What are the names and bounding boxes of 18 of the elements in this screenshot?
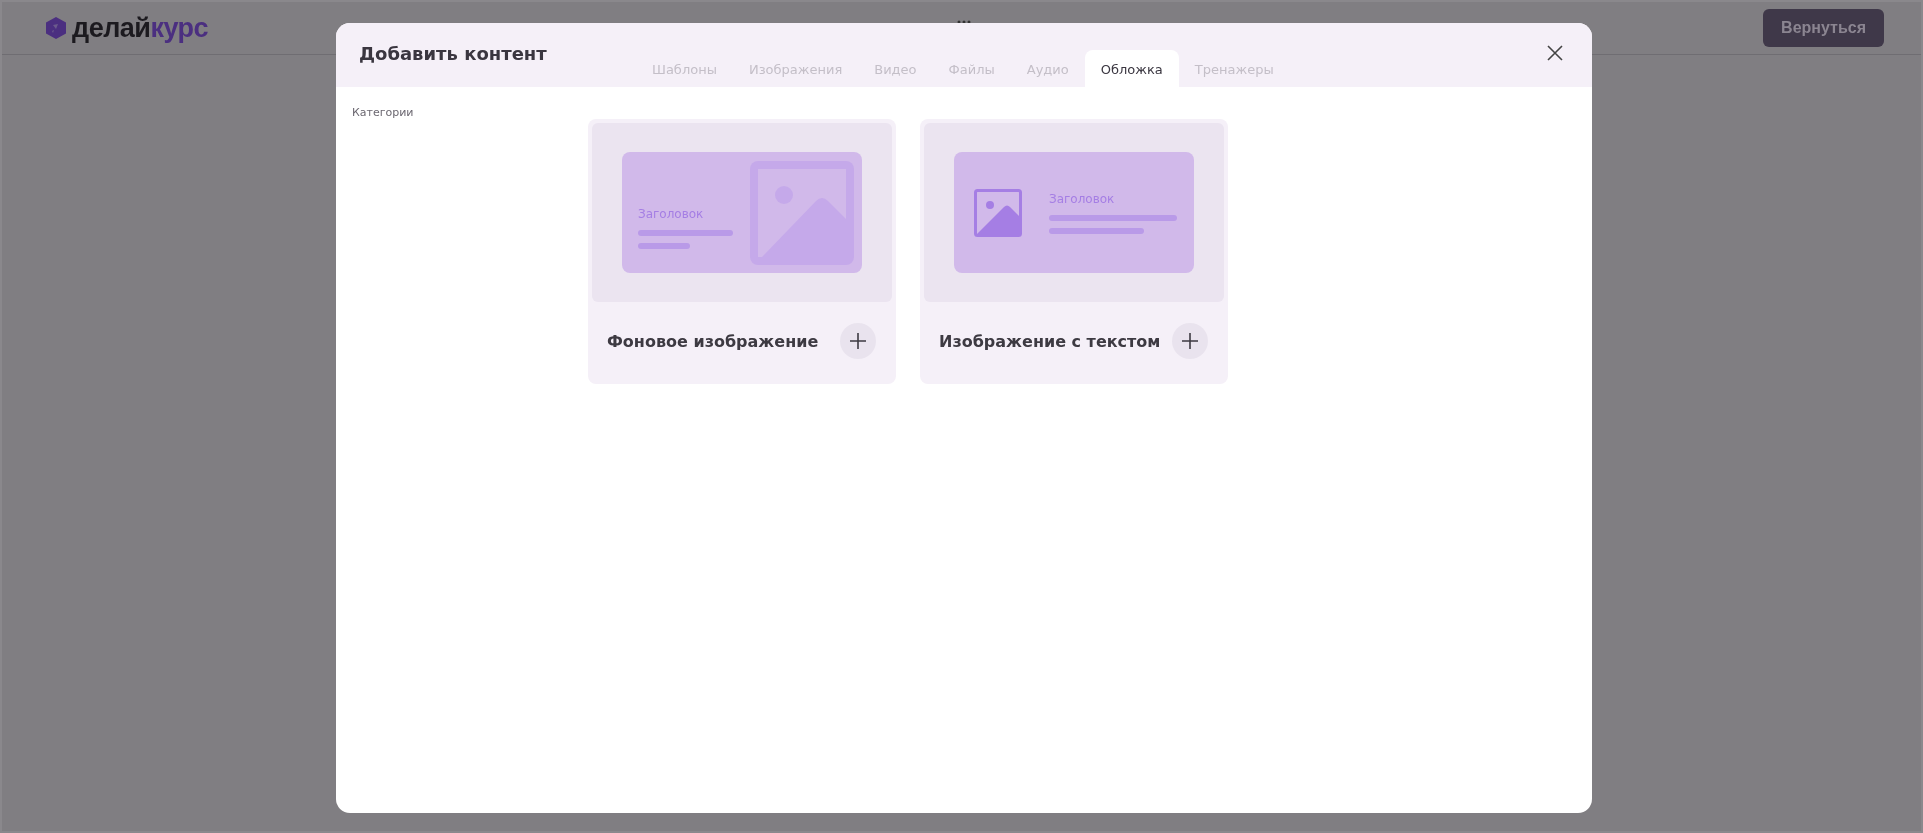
- card-title: Фоновое изображение: [607, 331, 819, 351]
- logo[interactable]: делайкурс: [44, 12, 209, 44]
- back-button[interactable]: Вернуться: [1763, 9, 1884, 47]
- close-icon[interactable]: [1546, 44, 1564, 62]
- preview-heading: Заголовок: [1049, 191, 1116, 206]
- cover-card[interactable]: Заголовок Фоновое изображение: [588, 119, 896, 384]
- plus-icon: [1181, 332, 1199, 350]
- preview-heading: Заголовок: [638, 206, 705, 221]
- image-icon: [974, 188, 1022, 237]
- more-icon[interactable]: [957, 20, 971, 24]
- add-button[interactable]: [840, 323, 876, 359]
- card-title: Изображение с текстом: [939, 331, 1161, 351]
- add-button[interactable]: [1172, 323, 1208, 359]
- categories-label: Категории: [352, 106, 414, 119]
- plus-icon: [849, 332, 867, 350]
- modal-title: Добавить контент: [359, 43, 547, 64]
- cover-card[interactable]: Заголовок Изображение с текстом: [920, 119, 1228, 384]
- tab[interactable]: Обложка: [1084, 50, 1179, 87]
